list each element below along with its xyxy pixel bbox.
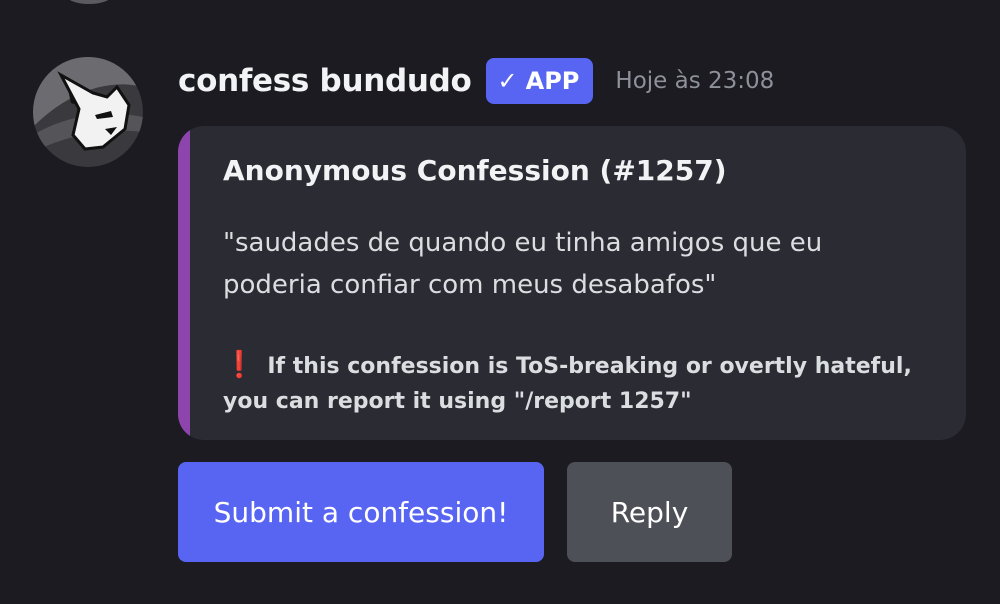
confession-embed: Anonymous Confession (#1257) "saudades d… [178,126,966,440]
app-badge-label: APP [525,67,580,95]
author-name[interactable]: confess bundudo [178,63,472,99]
submit-confession-button[interactable]: Submit a confession! [178,462,544,562]
embed-description: "saudades de quando eu tinha amigos que … [223,228,823,300]
reply-button[interactable]: Reply [567,462,732,562]
embed-footer: ❗ If this confession is ToS-breaking or o… [223,348,923,419]
embed-footer-text: If this confession is ToS-breaking or ov… [223,354,912,414]
previous-message-avatar-edge [66,0,112,4]
avatar[interactable] [33,57,143,167]
exclamation-icon: ❗ [223,350,256,380]
message-header: confess bundudo ✓ APP Hoje às 23:08 [178,57,774,105]
embed-accent-bar [178,126,190,440]
chat-message-view: confess bundudo ✓ APP Hoje às 23:08 Anon… [0,0,1000,604]
fox-avatar-icon [33,57,143,167]
message-timestamp[interactable]: Hoje às 23:08 [615,68,774,94]
checkmark-icon: ✓ [497,67,518,95]
embed-title: Anonymous Confession (#1257) [223,154,727,187]
app-badge: ✓ APP [485,58,594,104]
